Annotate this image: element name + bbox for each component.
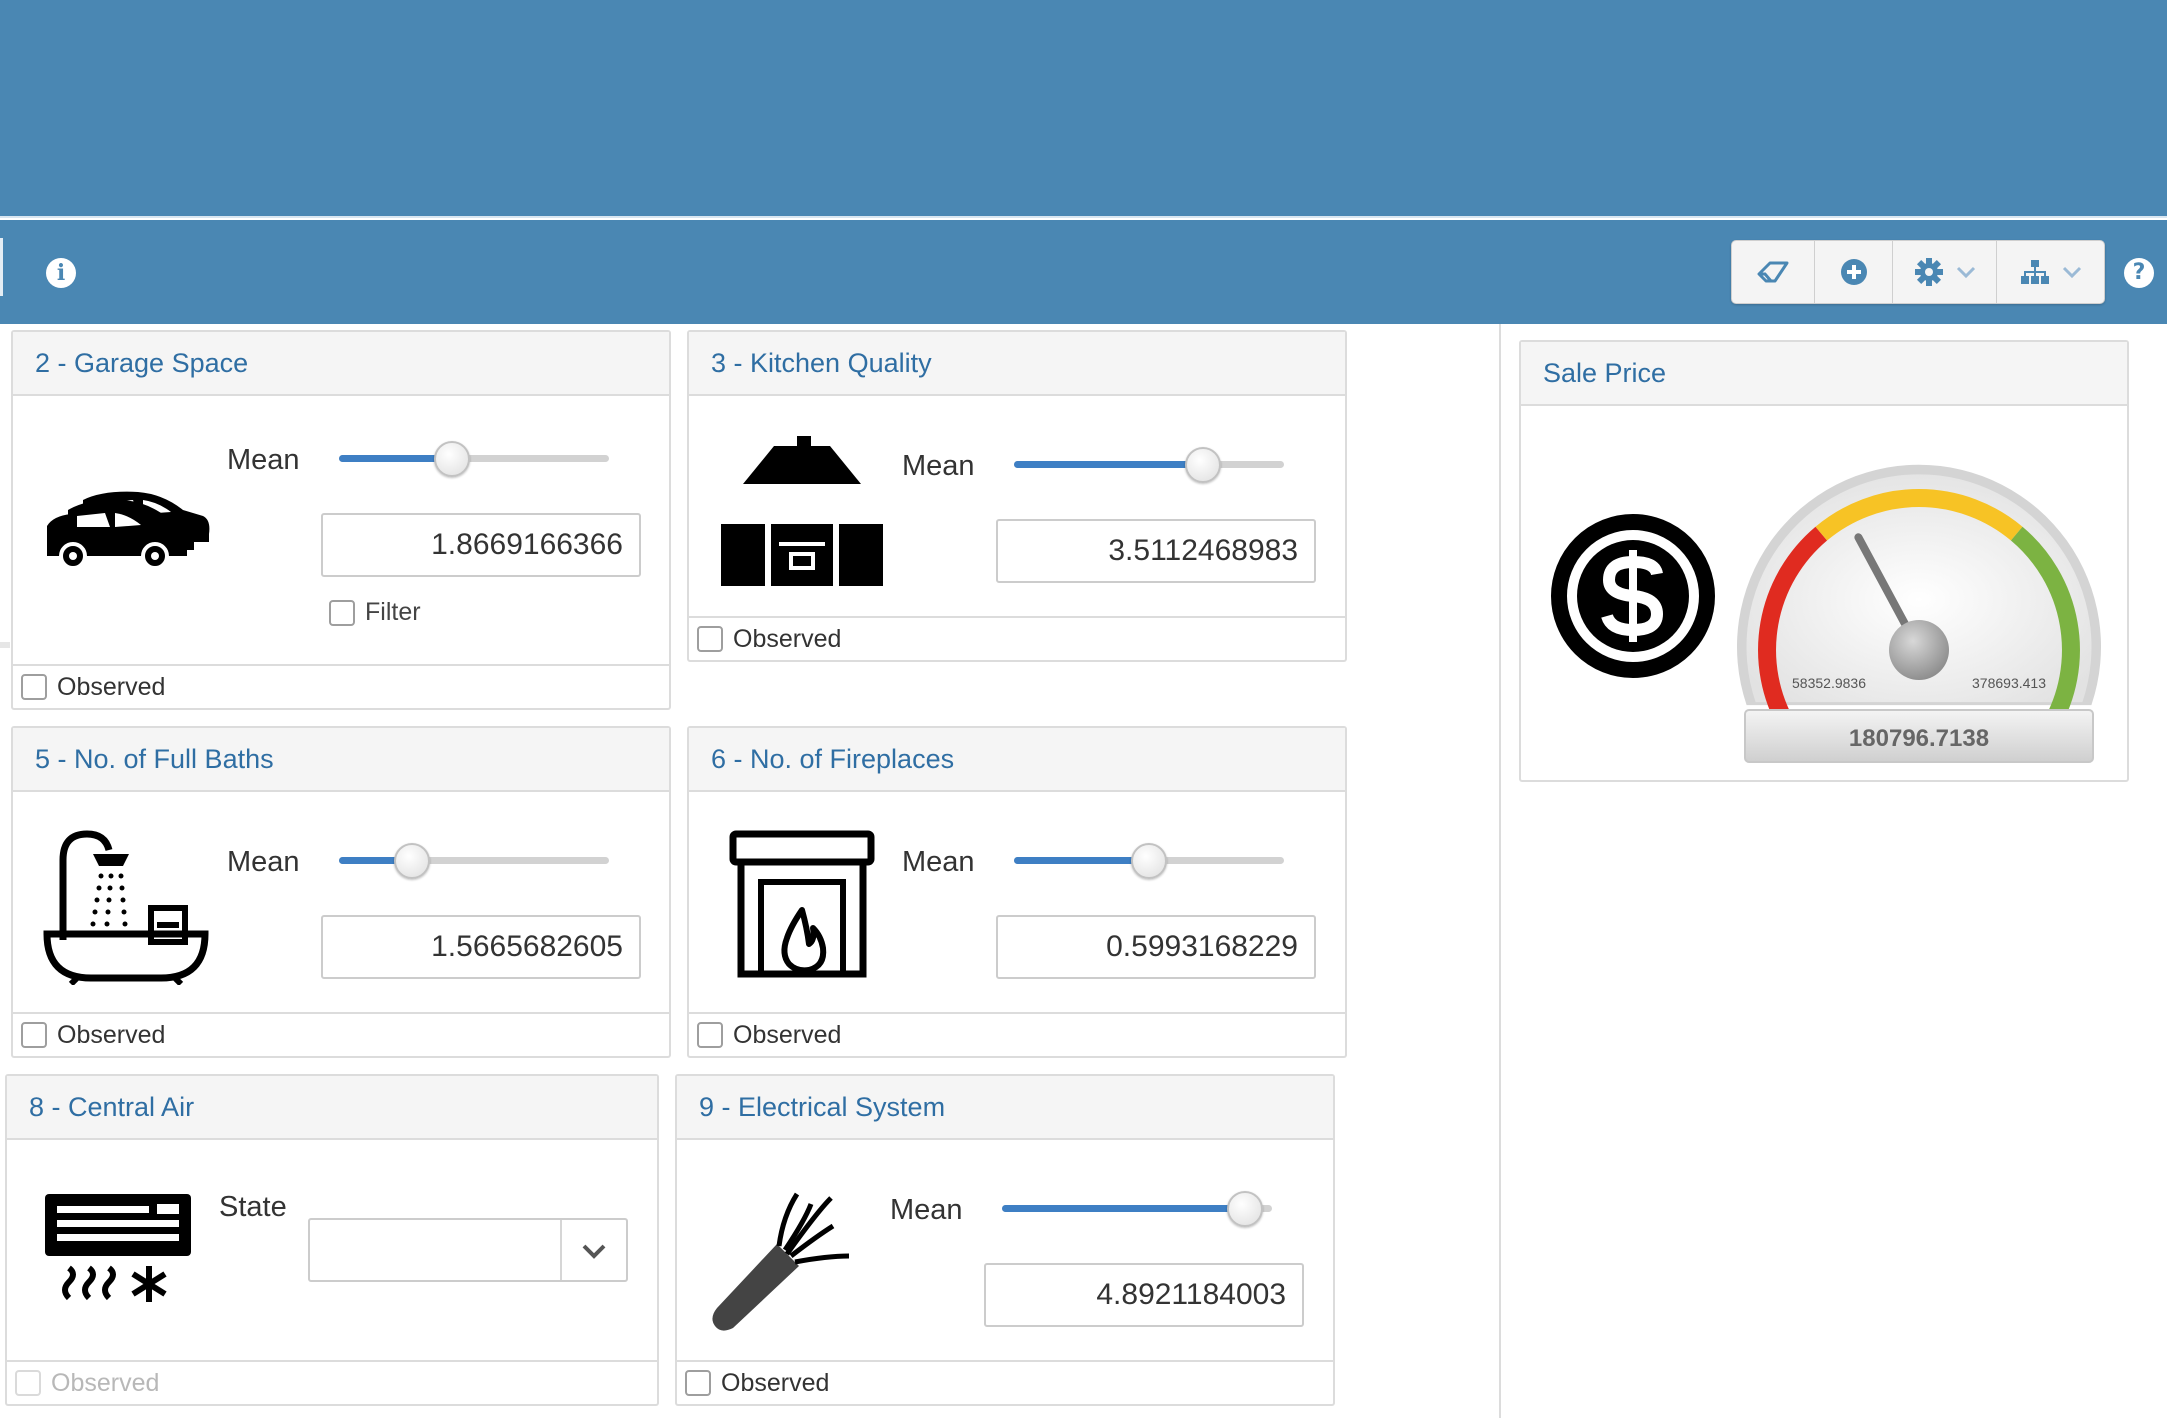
observed-label: Observed: [57, 672, 166, 701]
filter-checkbox[interactable]: [329, 599, 355, 626]
panel-title: 2 - Garage Space: [13, 332, 669, 396]
info-circle-icon[interactable]: i: [46, 258, 76, 288]
toolbar-left-accent: [0, 238, 3, 296]
toolbar-button-group: [1731, 240, 2105, 304]
panel-title: Sale Price: [1521, 342, 2127, 406]
add-button[interactable]: [1815, 241, 1893, 303]
panel-central-air: 8 - Central Air State Observed: [5, 1074, 659, 1406]
slider-fill: [1014, 857, 1149, 864]
electric-cable-icon: [707, 1176, 867, 1340]
observed-label: Observed: [51, 1368, 160, 1397]
dollar-circle-icon: [1551, 514, 1715, 682]
panel-kitchen-quality: 3 - Kitchen Quality Mean 3.5112468983 Ob…: [687, 330, 1347, 662]
panel-fireplaces: 6 - No. of Fireplaces Mean 0.5993168229 …: [687, 726, 1347, 1058]
question-circle-icon[interactable]: ?: [2124, 258, 2154, 288]
app-banner: [0, 0, 2167, 218]
chevron-down-icon: [582, 1244, 606, 1259]
eraser-button[interactable]: [1732, 241, 1815, 303]
observed-row[interactable]: Observed: [689, 1012, 1345, 1056]
hierarchy-dropdown-button[interactable]: [1997, 241, 2104, 303]
observed-checkbox[interactable]: [21, 1022, 47, 1048]
toolbar: i ?: [0, 220, 2167, 324]
eraser-icon: [1757, 261, 1789, 283]
observed-label: Observed: [57, 1020, 166, 1049]
fireplace-icon: [729, 830, 875, 982]
mean-value-input[interactable]: 1.5665682605: [321, 915, 641, 979]
mean-label: Mean: [227, 444, 300, 476]
panel-full-baths: 5 - No. of Full Baths Mean 1.5665682605: [11, 726, 671, 1058]
plus-circle-icon: [1840, 259, 1867, 285]
mean-value-input[interactable]: 0.5993168229: [996, 915, 1316, 979]
observed-checkbox[interactable]: [697, 626, 723, 652]
hierarchy-icon: [2020, 260, 2049, 284]
filter-label: Filter: [365, 598, 421, 626]
column-divider: [1499, 324, 1501, 1418]
panel-title: 5 - No. of Full Baths: [13, 728, 669, 792]
mean-slider[interactable]: [339, 439, 609, 479]
mean-slider[interactable]: [1014, 841, 1284, 881]
settings-dropdown-button[interactable]: [1893, 241, 1997, 303]
mean-label: Mean: [902, 846, 975, 878]
gauge-hub: [1889, 620, 1949, 680]
state-label: State: [219, 1191, 287, 1223]
panel-title: 3 - Kitchen Quality: [689, 332, 1345, 396]
chevron-down-icon: [2062, 266, 2081, 279]
slider-thumb[interactable]: [393, 843, 430, 879]
observed-row[interactable]: Observed: [677, 1360, 1333, 1404]
gauge-min-label: 58352.9836: [1792, 675, 1866, 691]
air-conditioner-icon: [43, 1192, 193, 1316]
bathtub-shower-icon: [43, 820, 209, 989]
edge-marker: [0, 642, 10, 648]
gauge-max-label: 378693.413: [1972, 675, 2046, 691]
mean-label: Mean: [890, 1194, 963, 1226]
mean-slider[interactable]: [339, 841, 609, 881]
observed-label: Observed: [733, 624, 842, 653]
chevron-down-icon: [1956, 266, 1975, 279]
slider-thumb[interactable]: [1227, 1191, 1263, 1227]
observed-row: Observed: [7, 1360, 657, 1404]
kitchen-hood-icon: [719, 434, 885, 598]
panel-sale-price: Sale Price 58352.9836 378693.413 180796.…: [1519, 340, 2129, 782]
panel-title: 9 - Electrical System: [677, 1076, 1333, 1140]
observed-checkbox: [15, 1370, 41, 1396]
slider-fill: [1014, 461, 1203, 468]
slider-fill: [1002, 1205, 1245, 1212]
gauge-value: 180796.7138: [1849, 725, 1989, 752]
mean-slider[interactable]: [1002, 1189, 1272, 1229]
gauge: 58352.9836 378693.413 180796.7138: [1737, 436, 2101, 763]
observed-checkbox[interactable]: [685, 1370, 711, 1396]
mean-slider[interactable]: [1014, 445, 1284, 485]
select-separator: [560, 1220, 562, 1280]
observed-row[interactable]: Observed: [689, 616, 1345, 660]
filter-checkbox-row[interactable]: Filter: [329, 598, 421, 627]
mean-value-input[interactable]: 4.8921184003: [984, 1263, 1304, 1327]
panel-garage-space: 2 - Garage Space Mean 1.8669166366 Filte…: [11, 330, 671, 710]
panel-title: 6 - No. of Fireplaces: [689, 728, 1345, 792]
observed-checkbox[interactable]: [21, 674, 47, 700]
gear-icon: [1914, 258, 1943, 286]
mean-label: Mean: [902, 450, 975, 482]
cars-icon: [43, 482, 213, 576]
mean-value-input[interactable]: 1.8669166366: [321, 513, 641, 577]
panel-title: 8 - Central Air: [7, 1076, 657, 1140]
observed-row[interactable]: Observed: [13, 664, 669, 708]
observed-label: Observed: [721, 1368, 830, 1397]
slider-thumb[interactable]: [1185, 447, 1221, 483]
observed-label: Observed: [733, 1020, 842, 1049]
slider-thumb[interactable]: [434, 441, 471, 477]
state-select[interactable]: [308, 1218, 628, 1282]
mean-label: Mean: [227, 846, 300, 878]
observed-row[interactable]: Observed: [13, 1012, 669, 1056]
mean-value-input[interactable]: 3.5112468983: [996, 519, 1316, 583]
panel-electrical-system: 9 - Electrical System Mean 4.8921184003 …: [675, 1074, 1335, 1406]
observed-checkbox[interactable]: [697, 1022, 723, 1048]
slider-thumb[interactable]: [1131, 843, 1167, 879]
